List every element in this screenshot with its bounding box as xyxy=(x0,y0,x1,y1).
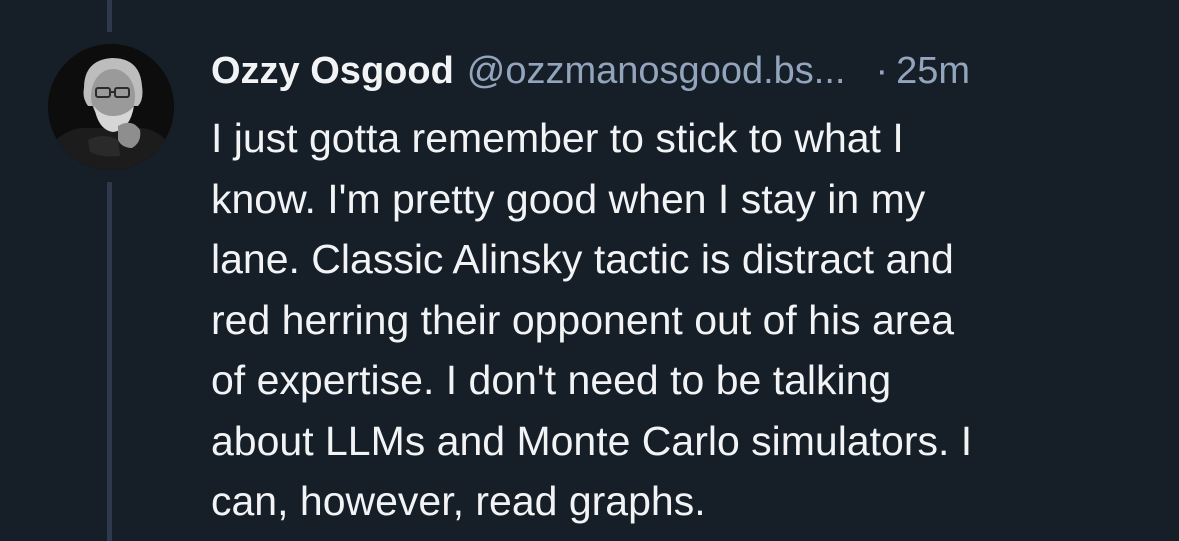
post-text-line: I just gotta remember to stick to what I xyxy=(211,115,904,161)
post-text-line: about LLMs and Monte Carlo simulators. I xyxy=(211,417,973,464)
post-text-line: know. I'm pretty good when I stay in my xyxy=(211,175,926,222)
avatar[interactable] xyxy=(48,44,174,170)
thread-connector-bottom xyxy=(107,182,112,541)
post-timestamp[interactable]: 25m xyxy=(896,46,970,96)
thread-connector-top xyxy=(107,0,112,32)
post-text-line: lane. Classic Alinsky tactic is distract… xyxy=(211,236,954,282)
post-text-line: can, however, read graphs. xyxy=(211,478,706,524)
author-display-name[interactable]: Ozzy Osgood xyxy=(211,46,454,96)
avatar-photo xyxy=(48,44,174,170)
post-container: Ozzy Osgood @ozzmanosgood.bs... · 25m I … xyxy=(0,0,1179,541)
post-text-line: of expertise. I don't need to be talking xyxy=(211,357,892,403)
post-text-line: red herring their opponent out of his ar… xyxy=(211,296,955,343)
author-handle[interactable]: @ozzmanosgood.bs... xyxy=(467,46,846,96)
header-separator: · xyxy=(875,50,889,92)
post-text: I just gotta remember to stick to what I… xyxy=(211,108,1151,532)
post-header: Ozzy Osgood @ozzmanosgood.bs... · 25m xyxy=(211,46,970,96)
